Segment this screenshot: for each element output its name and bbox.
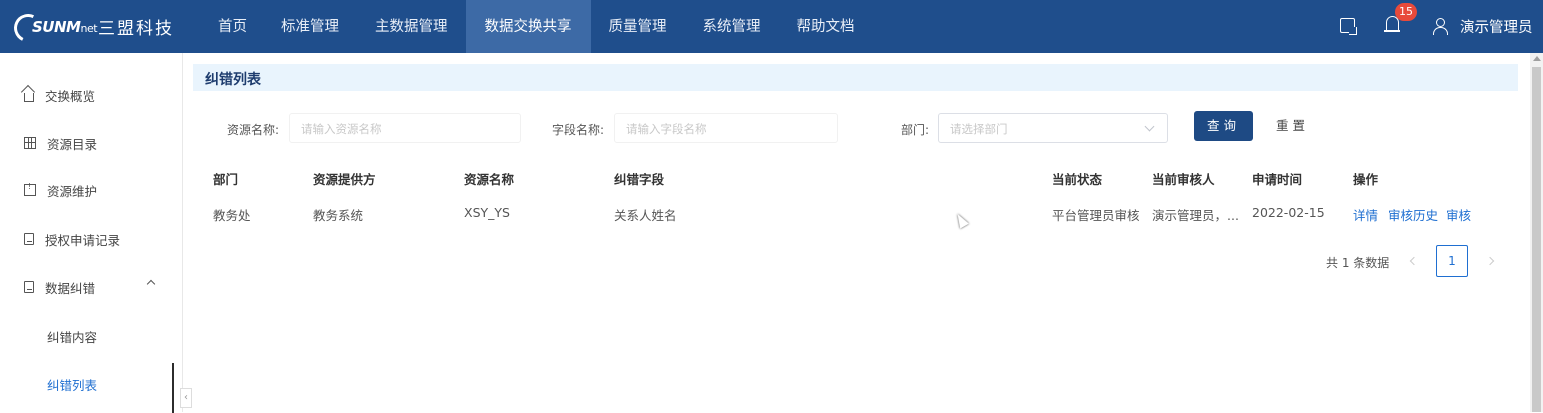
page-number-button[interactable]: 1 — [1436, 245, 1468, 277]
field-name-label: 字段名称: — [552, 123, 605, 137]
sidebar-subitem-correction-content[interactable]: 纠错内容 — [47, 327, 97, 346]
review-history-link[interactable]: 审核历史 — [1388, 205, 1438, 224]
cell-resource: XSY_YS — [464, 205, 510, 220]
cell-status: 平台管理员审核 — [1052, 208, 1140, 223]
nav-master-data[interactable]: 主数据管理 — [357, 0, 466, 53]
cell-date: 2022-02-15 — [1252, 205, 1325, 220]
info-box-icon — [24, 182, 36, 196]
sidebar-item-label: 资源目录 — [47, 136, 98, 152]
panel-header: 纠错列表 — [193, 64, 1518, 91]
nav-system[interactable]: 系统管理 — [685, 0, 779, 53]
column-header-date: 申请时间 — [1252, 172, 1303, 187]
column-header-reviewer: 当前审核人 — [1152, 172, 1215, 187]
nav-quality[interactable]: 质量管理 — [591, 0, 685, 53]
review-link[interactable]: 审核 — [1446, 205, 1471, 224]
logo-mark: SUNMnet — [10, 9, 98, 46]
sidebar-item-label: 授权申请记录 — [45, 232, 121, 248]
sidebar-collapse-button[interactable]: ‹ — [180, 388, 192, 408]
pagination-total: 共 1 条数据 — [1326, 256, 1390, 270]
nav-standards[interactable]: 标准管理 — [263, 0, 357, 53]
column-header-resource: 资源名称 — [464, 172, 515, 187]
column-header-provider: 资源提供方 — [313, 172, 376, 187]
department-label: 部门: — [901, 123, 930, 137]
home-icon — [24, 92, 34, 102]
table-icon — [24, 137, 36, 149]
sidebar-item-label: 交换概览 — [45, 88, 96, 104]
fullscreen-icon[interactable] — [1340, 18, 1357, 35]
query-button[interactable]: 查询 — [1194, 111, 1253, 141]
page-title: 纠错列表 — [205, 72, 261, 88]
reset-button[interactable]: 重置 — [1263, 111, 1322, 141]
chevron-up-icon — [146, 279, 156, 289]
sidebar-item-data-correction[interactable]: 数据纠错 — [0, 272, 172, 302]
nav-data-exchange[interactable]: 数据交换共享 — [465, 0, 591, 53]
column-header-actions: 操作 — [1353, 172, 1379, 187]
column-header-status: 当前状态 — [1052, 172, 1103, 187]
user-name[interactable]: 演示管理员 — [1460, 16, 1533, 37]
sidebar-item-catalog[interactable]: 资源目录 — [0, 128, 172, 158]
resource-name-input[interactable]: 请输入资源名称 — [289, 113, 521, 143]
notification-badge: 15 — [1395, 3, 1417, 21]
chevron-right-icon[interactable] — [1485, 256, 1495, 266]
brand-logo[interactable]: SUNMnet 三盟科技 — [0, 9, 200, 46]
nav-help[interactable]: 帮助文档 — [779, 0, 873, 53]
sidebar-item-overview[interactable]: 交换概览 — [0, 80, 172, 110]
document-icon — [24, 281, 34, 293]
sidebar: 交换概览 资源目录 资源维护 授权申请记录 数据纠错 纠错内容 纠错列表 — [0, 53, 183, 413]
field-name-input[interactable]: 请输入字段名称 — [614, 113, 838, 143]
cell-provider: 教务系统 — [313, 208, 364, 223]
sidebar-item-label: 数据纠错 — [45, 280, 96, 296]
sidebar-item-auth-records[interactable]: 授权申请记录 — [0, 224, 172, 254]
brand-name: 三盟科技 — [98, 19, 174, 39]
main-nav: 首页 标准管理 主数据管理 数据交换共享 质量管理 系统管理 帮助文档 — [200, 0, 873, 53]
column-header-department: 部门 — [213, 172, 239, 187]
mouse-cursor-icon — [953, 211, 969, 229]
top-nav-bar: SUNMnet 三盟科技 首页 标准管理 主数据管理 数据交换共享 质量管理 系… — [0, 0, 1543, 53]
department-select[interactable]: 请选择部门 — [938, 113, 1168, 143]
logo-word: SUNMnet — [32, 17, 98, 36]
sidebar-item-label: 资源维护 — [47, 183, 98, 199]
user-icon[interactable] — [1433, 18, 1448, 35]
scrollbar-thumb[interactable] — [1532, 67, 1541, 412]
sidebar-item-maintenance[interactable]: 资源维护 — [0, 175, 172, 205]
column-header-field: 纠错字段 — [614, 172, 665, 187]
nav-home[interactable]: 首页 — [200, 0, 263, 53]
scroll-up-arrow-icon[interactable] — [1533, 56, 1541, 61]
sidebar-scrollbar[interactable] — [172, 363, 174, 413]
sidebar-subitem-correction-list[interactable]: 纠错列表 — [47, 375, 97, 394]
cell-field: 关系人姓名 — [614, 208, 677, 223]
chevron-left-icon[interactable] — [1409, 256, 1419, 266]
cell-reviewer: 演示管理员，... — [1152, 208, 1239, 223]
resource-name-label: 资源名称: — [227, 123, 280, 137]
detail-link[interactable]: 详情 — [1353, 205, 1378, 224]
document-icon — [24, 233, 34, 245]
main-scrollbar[interactable] — [1530, 53, 1543, 412]
cell-department: 教务处 — [213, 208, 251, 223]
